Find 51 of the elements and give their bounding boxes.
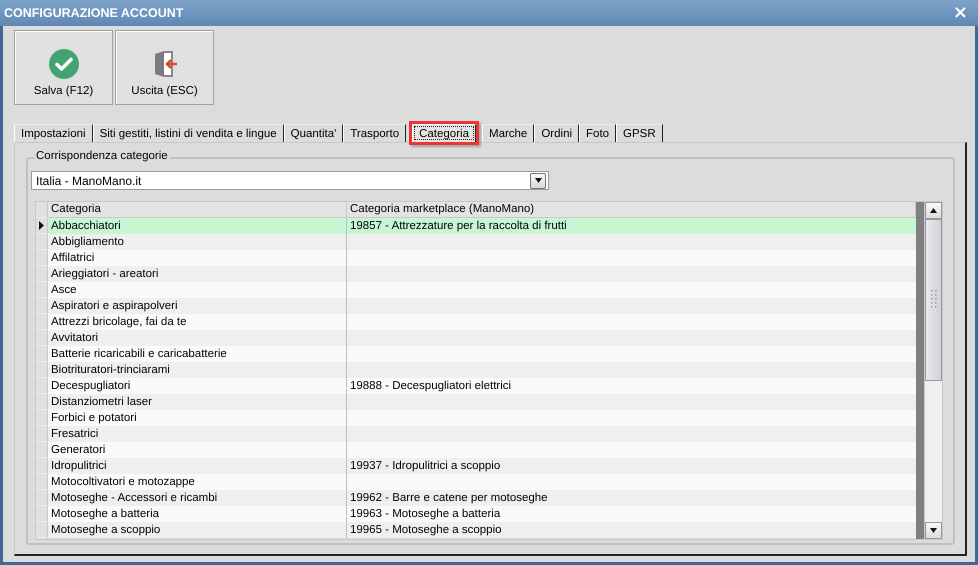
tab[interactable]: Siti gestiti, listini di vendita e lingue xyxy=(92,124,284,142)
table-row[interactable]: Generatori xyxy=(36,442,916,458)
table-cell-text: 19888 - Decespugliatori elettrici xyxy=(349,379,512,394)
table-row[interactable]: Abbigliamento xyxy=(36,234,916,250)
tab[interactable]: Foto xyxy=(579,124,616,142)
table-row[interactable]: Decespugliatori 19888 - Decespugliatori elettrici xyxy=(36,378,916,394)
tab[interactable]: Quantita' xyxy=(284,124,344,142)
table-row[interactable]: Idropulitrici 19937 - Idropulitrici a scoppio xyxy=(36,458,916,474)
table-row[interactable]: Affilatrici xyxy=(36,250,916,266)
table-row[interactable]: Abbacchiatori 19857 - Attrezzature per la raccolta di frutti xyxy=(36,218,916,234)
table-row[interactable]: Motocoltivatori e motozappe xyxy=(36,474,916,490)
checkmark-icon xyxy=(48,49,78,79)
scroll-thumb[interactable] xyxy=(925,219,942,381)
table-row[interactable]: Motoseghe a scoppio 19965 - Motoseghe a scoppio xyxy=(36,522,916,538)
row-header[interactable] xyxy=(36,218,48,234)
table-cell: Motoseghe a scoppio xyxy=(48,522,347,538)
table-row[interactable]: Attrezzi bricolage, fai da te xyxy=(36,314,916,330)
table-row[interactable]: Arieggiatori - areatori xyxy=(36,266,916,282)
table-row[interactable]: Avvitatori xyxy=(36,330,916,346)
tab[interactable]: Marche xyxy=(482,124,534,142)
table-cell-text: 19857 - Attrezzature per la raccolta di frutti xyxy=(349,219,568,234)
table-cell-text: 19963 - Motoseghe a batteria xyxy=(349,507,502,522)
table-row[interactable]: Fresatrici xyxy=(36,426,916,442)
scrollbar[interactable] xyxy=(924,202,942,539)
column-header[interactable]: Categoria marketplace (ManoMano) xyxy=(347,202,916,218)
table-row[interactable]: Biotrituratori-trinciarami xyxy=(36,362,916,378)
table-row[interactable]: Aspiratori e aspirapolveri xyxy=(36,298,916,314)
tab[interactable]: Impostazioni xyxy=(14,124,93,142)
table-row[interactable]: Batterie ricaricabili e caricabatterie xyxy=(36,346,916,362)
tab[interactable]: Ordini xyxy=(534,124,580,142)
dropdown-arrow-icon xyxy=(534,178,542,183)
table-cell-text: 19937 - Idropulitrici a scoppio xyxy=(349,459,502,474)
table-row[interactable]: Motoseghe a batteria 19963 - Motoseghe a batteria xyxy=(36,506,916,522)
scroll-up-icon xyxy=(930,208,937,213)
save-button[interactable]: Salva (F12) xyxy=(14,30,113,105)
table-row[interactable]: Distanziometri laser xyxy=(36,394,916,410)
table-row[interactable]: Forbici e potatori xyxy=(36,410,916,426)
scroll-down-icon xyxy=(930,528,937,533)
table-cell-text: 19965 - Motoseghe a scoppio xyxy=(349,523,503,538)
table-row[interactable]: Asce xyxy=(36,282,916,298)
tab[interactable]: GPSR xyxy=(616,124,663,142)
window-title: CONFIGURAZIONE ACCOUNT xyxy=(4,6,184,20)
row-pointer-icon xyxy=(39,221,44,230)
group-title: Corrispondenza categorie xyxy=(34,150,170,162)
table-row[interactable]: Motoseghe - Accessori e ricambi 19962 - Barre e catene per motoseghe xyxy=(36,490,916,506)
exit-button[interactable]: Uscita (ESC) xyxy=(115,30,214,105)
site-dropdown[interactable]: Italia - ManoMano.it xyxy=(31,171,549,190)
table-cell-text: 19962 - Barre e catene per motoseghe xyxy=(349,491,549,506)
tab[interactable]: Trasporto xyxy=(343,124,406,142)
column-header[interactable]: Categoria xyxy=(48,202,347,218)
tab[interactable]: Categoria xyxy=(412,124,476,142)
